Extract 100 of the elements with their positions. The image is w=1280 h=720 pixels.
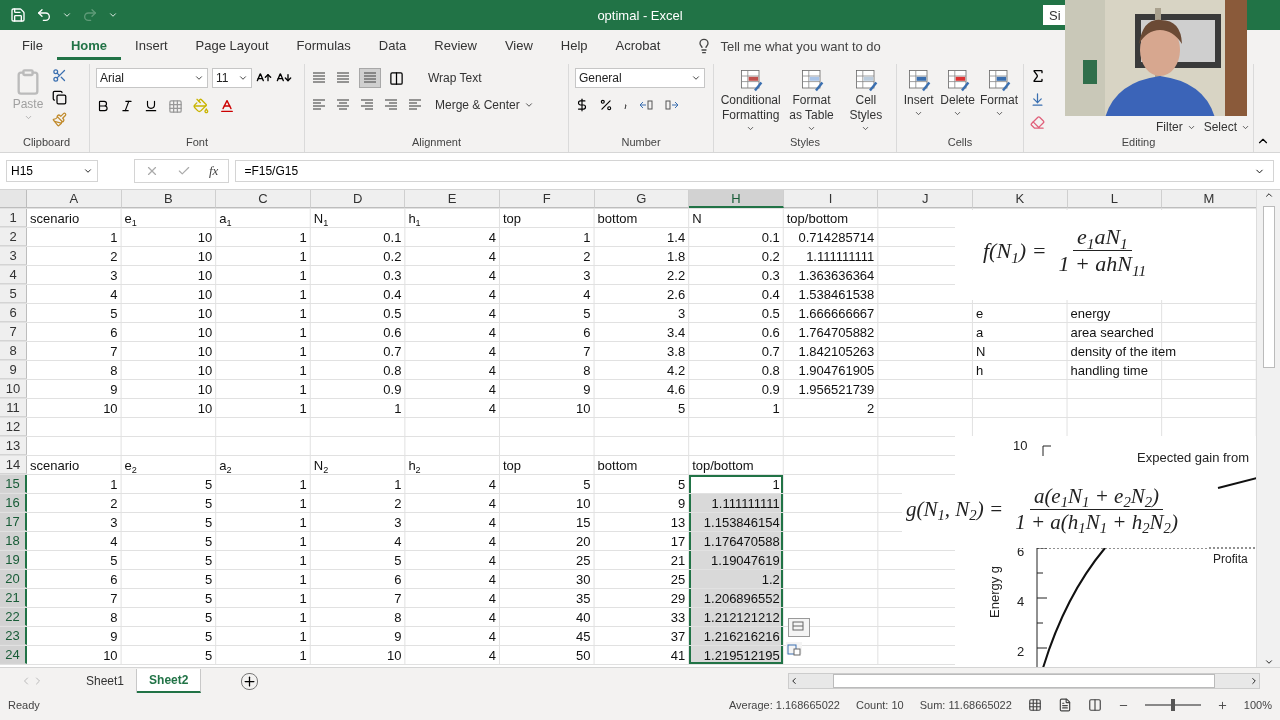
ribbon-tab[interactable]: Page Layout <box>181 32 283 60</box>
cells-button[interactable]: Format <box>981 68 1017 118</box>
row-header[interactable]: 10 <box>0 380 27 398</box>
decrease-decimal-icon[interactable] <box>664 98 680 112</box>
ribbon-tab[interactable]: File <box>8 32 57 60</box>
caret-icon[interactable] <box>62 10 72 20</box>
percent-icon[interactable] <box>599 98 613 112</box>
editing-button[interactable]: Select <box>1203 120 1251 134</box>
row-header[interactable]: 13 <box>0 437 27 455</box>
row-header[interactable]: 19 <box>0 551 27 569</box>
page-break-icon[interactable] <box>1087 698 1102 712</box>
ribbon-tab[interactable]: Home <box>56 32 122 60</box>
ribbon-tab[interactable]: Acrobat <box>601 32 675 60</box>
eraser-icon[interactable] <box>1030 115 1045 130</box>
font-size-select[interactable]: 11 <box>212 68 252 88</box>
column-header[interactable]: K <box>972 190 1068 208</box>
column-header[interactable]: J <box>878 190 973 208</box>
row-header[interactable]: 22 <box>0 608 27 626</box>
fill-icon[interactable] <box>1030 92 1045 107</box>
insert-function-button[interactable]: fx <box>209 163 219 179</box>
top-align-icon[interactable] <box>311 71 327 85</box>
scroll-up-icon[interactable] <box>1263 190 1274 200</box>
row-header[interactable]: 15 <box>0 475 27 493</box>
borders-icon[interactable] <box>168 98 183 114</box>
scrollbar-thumb[interactable] <box>1262 206 1275 368</box>
increase-decimal-icon[interactable] <box>638 98 654 112</box>
quick-analysis-button[interactable] <box>788 618 810 637</box>
underline-icon[interactable] <box>144 99 158 113</box>
column-header[interactable]: F <box>499 190 595 208</box>
row-header[interactable]: 2 <box>0 228 27 246</box>
font-color-icon[interactable] <box>219 98 235 114</box>
zoom-slider-thumb[interactable] <box>1170 699 1175 711</box>
styles-button[interactable]: Conditional Formatting <box>720 68 782 133</box>
middle-align-icon[interactable] <box>335 71 351 85</box>
undo-icon[interactable] <box>36 7 52 23</box>
bold-icon[interactable] <box>96 99 110 113</box>
name-box[interactable]: H15 <box>6 160 98 182</box>
selected-cell[interactable]: 1.219512195 <box>689 646 783 664</box>
align-center-icon[interactable] <box>335 98 351 112</box>
ribbon-tab[interactable]: Data <box>364 32 421 60</box>
selected-cell[interactable]: 1.19047619 <box>689 551 783 569</box>
increase-indent-icon[interactable] <box>407 98 423 112</box>
row-header[interactable]: 4 <box>0 266 27 284</box>
merge-center-button[interactable]: Merge & Center <box>435 98 534 112</box>
page-layout-icon[interactable] <box>1057 698 1072 712</box>
column-header[interactable]: L <box>1067 190 1163 208</box>
normal-view-icon[interactable] <box>1027 698 1042 712</box>
paintbrush-icon[interactable] <box>52 112 67 127</box>
column-header[interactable]: E <box>405 190 500 208</box>
styles-button[interactable]: Format as Table <box>787 68 836 133</box>
align-right-icon[interactable] <box>359 98 375 112</box>
sum-icon[interactable] <box>1030 68 1046 84</box>
ribbon-tab[interactable]: Formulas <box>282 32 365 60</box>
save-icon[interactable] <box>10 7 26 23</box>
scrollbar-thumb[interactable] <box>833 674 1215 688</box>
row-header[interactable]: 17 <box>0 513 27 531</box>
row-header[interactable]: 7 <box>0 323 27 341</box>
row-header[interactable]: 9 <box>0 361 27 379</box>
selected-cell[interactable]: 1.176470588 <box>689 532 783 550</box>
selected-cell[interactable]: 1.2 <box>689 570 783 588</box>
add-sheet-icon[interactable] <box>241 672 259 690</box>
ribbon-tab[interactable]: View <box>490 32 547 60</box>
column-header[interactable]: G <box>594 190 690 208</box>
row-header[interactable]: 18 <box>0 532 27 550</box>
scroll-down-icon[interactable] <box>1263 657 1274 667</box>
formula-field[interactable]: =F15/G15 <box>235 160 1274 182</box>
row-header[interactable]: 3 <box>0 247 27 265</box>
row-header[interactable]: 12 <box>0 418 27 436</box>
row-header[interactable]: 14 <box>0 456 27 474</box>
column-header[interactable]: D <box>310 190 406 208</box>
selected-cell[interactable]: 1.216216216 <box>689 627 783 645</box>
column-header[interactable]: I <box>783 190 879 208</box>
row-header[interactable]: 6 <box>0 304 27 322</box>
scroll-right-icon[interactable] <box>1249 676 1259 686</box>
align-left-icon[interactable] <box>311 98 327 112</box>
column-header[interactable]: A <box>27 190 122 208</box>
fill-color-icon[interactable] <box>193 98 209 114</box>
cells-button[interactable]: Delete <box>940 68 975 118</box>
row-header[interactable]: 16 <box>0 494 27 512</box>
selected-cell[interactable]: 1.206896552 <box>689 589 783 607</box>
row-header[interactable]: 24 <box>0 646 27 664</box>
sheet-tab[interactable]: Sheet2 <box>137 669 202 693</box>
styles-button[interactable]: Cell Styles <box>841 68 890 133</box>
column-header[interactable]: C <box>216 190 311 208</box>
row-header[interactable]: 5 <box>0 285 27 303</box>
decrease-indent-icon[interactable] <box>383 98 399 112</box>
wrap-text-button[interactable]: Wrap Text <box>428 71 482 85</box>
scroll-left-icon[interactable] <box>789 676 799 686</box>
row-header[interactable]: 8 <box>0 342 27 360</box>
column-header[interactable]: B <box>121 190 217 208</box>
row-header[interactable]: 23 <box>0 627 27 645</box>
column-header[interactable]: H <box>689 190 784 208</box>
row-header[interactable]: 1 <box>0 209 27 227</box>
paste-options-button[interactable] <box>786 642 802 654</box>
number-format-select[interactable]: General <box>575 68 705 88</box>
ribbon-tab[interactable]: Review <box>420 32 491 60</box>
ribbon-tab[interactable]: Insert <box>121 32 182 60</box>
ribbon-tab[interactable]: Help <box>546 32 602 60</box>
currency-icon[interactable] <box>575 98 589 112</box>
sign-in-button[interactable]: Si <box>1043 5 1065 25</box>
